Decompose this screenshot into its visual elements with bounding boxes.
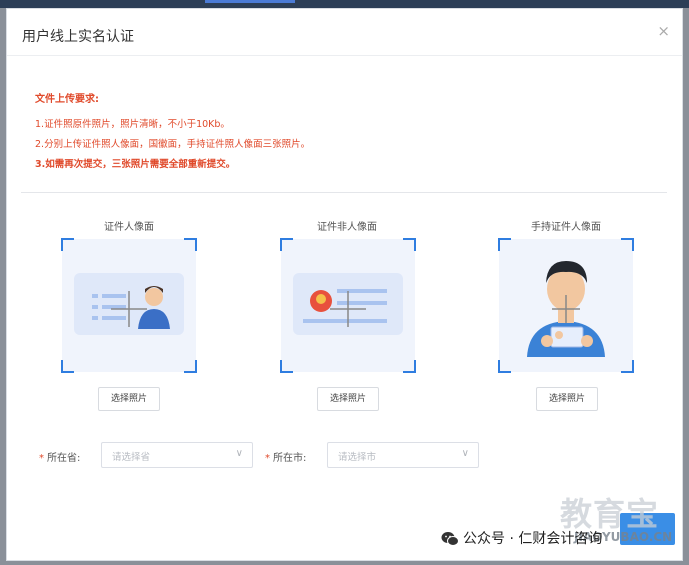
city-select[interactable]: 请选择市 ∨ (327, 442, 479, 468)
province-select[interactable]: 请选择省 ∨ (101, 442, 253, 468)
section-divider (21, 192, 667, 193)
upload-card-emblem[interactable] (280, 238, 416, 373)
wechat-caption: 公众号 · 仁财会计咨询 (441, 528, 602, 548)
requirement-line-3: 3.如需再次提交，三张照片需要全部重新提交。 (35, 159, 236, 170)
city-placeholder: 请选择市 (338, 452, 377, 463)
required-mark: * (39, 453, 44, 464)
upload-label-portrait: 证件人像面 (104, 222, 154, 233)
background-top-bar (0, 0, 689, 8)
chevron-down-icon: ∨ (461, 448, 469, 459)
requirements-title: 文件上传要求: (35, 94, 99, 105)
wechat-caption-text: 公众号 · 仁财会计咨询 (463, 531, 603, 547)
id-card-portrait-icon (74, 273, 184, 335)
requirement-line-2: 2.分别上传证件照人像面，国徽面，手持证件照人像面三张照片。 (35, 139, 311, 150)
city-label-text: 所在市: (273, 453, 307, 464)
upload-card-handheld[interactable] (498, 238, 634, 373)
id-card-emblem-icon (293, 273, 403, 335)
verification-dialog: 用户线上实名认证 × 文件上传要求: 1.证件照原件照片，照片清晰，不小于10K… (6, 8, 683, 561)
header-divider (7, 55, 682, 56)
background-accent (205, 0, 295, 3)
city-label: * 所在市: (265, 449, 306, 464)
select-photo-button-portrait[interactable]: 选择照片 (98, 387, 160, 411)
select-photo-button-emblem[interactable]: 选择照片 (317, 387, 379, 411)
province-label-text: 所在省: (47, 453, 81, 464)
chevron-down-icon: ∨ (235, 448, 243, 459)
wechat-icon (441, 532, 459, 546)
close-icon[interactable]: × (657, 22, 670, 40)
select-photo-button-handheld[interactable]: 选择照片 (536, 387, 598, 411)
province-label: * 所在省: (39, 449, 80, 464)
upload-card-portrait[interactable] (61, 238, 197, 373)
upload-label-handheld: 手持证件人像面 (531, 222, 601, 233)
upload-label-emblem: 证件非人像面 (317, 222, 377, 233)
dialog-title: 用户线上实名认证 (22, 29, 134, 45)
person-holding-id-icon (527, 261, 605, 357)
province-placeholder: 请选择省 (112, 452, 151, 463)
requirement-line-1: 1.证件照原件照片，照片清晰，不小于10Kb。 (35, 119, 230, 130)
required-mark: * (265, 453, 270, 464)
